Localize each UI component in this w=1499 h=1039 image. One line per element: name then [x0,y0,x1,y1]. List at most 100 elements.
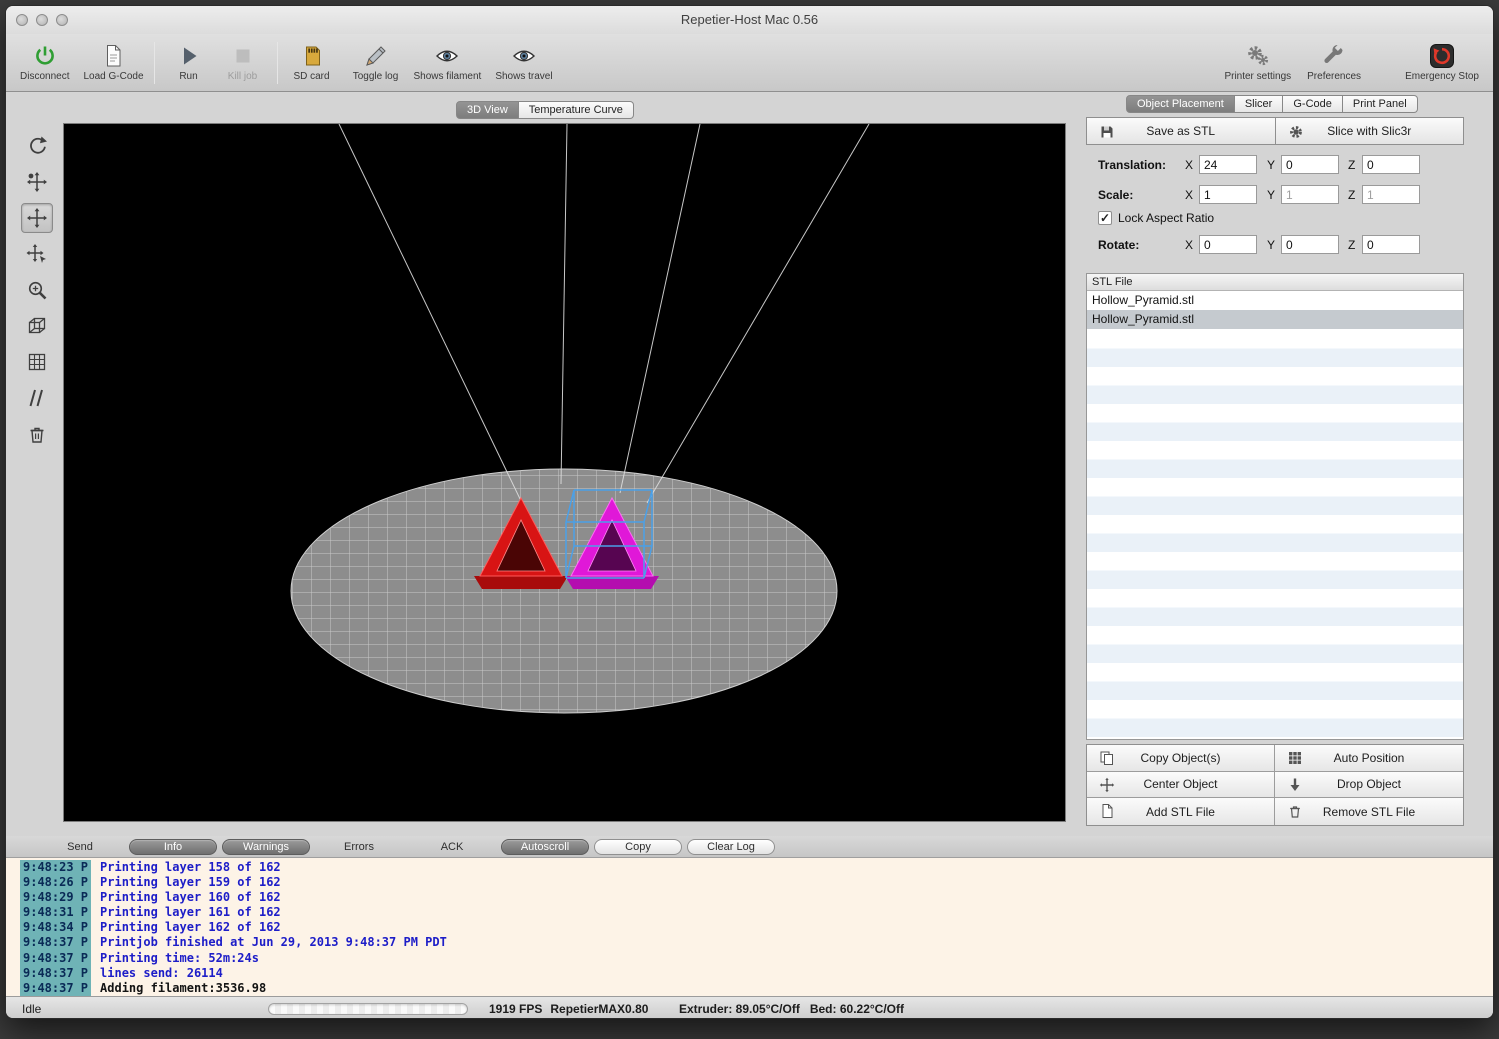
auto-position-button[interactable]: Auto Position [1275,745,1463,772]
translation-y-field[interactable] [1281,155,1339,174]
move-object-icon [26,207,48,229]
tab-temperature-curve[interactable]: Temperature Curve [519,101,634,119]
disconnect-button[interactable]: Disconnect [20,43,69,82]
errors-toggle[interactable]: Errors [315,839,403,855]
status-bar: Idle 1919 FPSRepetierMAX0.80 Extruder: 8… [6,996,1493,1019]
lock-aspect-checkbox[interactable]: ✓ [1098,211,1112,225]
stl-file-list: STL File Hollow_Pyramid.stl Hollow_Pyram… [1086,273,1464,740]
object-panel: Object Placement Slicer G-Code Print Pan… [1086,93,1464,836]
sd-card-button[interactable]: SD card [288,43,336,82]
translation-z-field[interactable] [1362,155,1420,174]
travel-lines [339,124,869,503]
play-icon [176,43,202,69]
rotate-label: Rotate: [1098,238,1139,252]
pencil-icon [363,43,389,69]
isometric-view-button[interactable] [21,311,53,341]
copy-log-button[interactable]: Copy [594,839,682,855]
translation-x-field[interactable] [1199,155,1257,174]
clear-log-button[interactable]: Clear Log [687,839,775,855]
zoom-view-button[interactable] [21,275,53,305]
3d-viewport[interactable] [63,123,1066,822]
travel-eye-icon [511,43,537,69]
scale-x-field[interactable] [1199,185,1257,204]
wrench-icon [1321,43,1347,69]
scale-label: Scale: [1098,188,1133,202]
sd-card-icon [299,43,325,69]
bed-temp: Bed: 60.22°C/Off [810,1002,904,1016]
rotate-y-field[interactable] [1281,235,1339,254]
drop-object-button[interactable]: Drop Object [1275,772,1463,799]
lock-aspect-row: ✓ Lock Aspect Ratio [1098,211,1214,225]
scale-z-field[interactable] [1362,185,1420,204]
load-gcode-button[interactable]: Load G-Code [83,43,143,82]
tab-print-panel[interactable]: Print Panel [1343,95,1418,113]
log-line: 9:48:23 PPrinting layer 158 of 162 [20,860,1493,875]
rotate-row: Rotate: X Y Z [1086,235,1464,255]
rotate-z-field[interactable] [1362,235,1420,254]
toggle-log-button[interactable]: Toggle log [352,43,400,82]
copy-objects-button[interactable]: Copy Object(s) [1087,745,1275,772]
send-toggle[interactable]: Send [36,839,124,855]
emergency-stop-icon [1429,43,1455,69]
run-button[interactable]: Run [165,43,213,82]
printbed-scene [64,124,1065,821]
preferences-button[interactable]: Preferences [1307,43,1361,82]
main-toolbar: Disconnect Load G-Code Run Kill job [6,34,1493,92]
info-toggle[interactable]: Info [129,839,217,855]
remove-stl-file-button[interactable]: Remove STL File [1275,798,1463,825]
toolbar-separator [154,42,155,84]
scale-y-field[interactable] [1281,185,1339,204]
log-line: 9:48:34 PPrinting layer 162 of 162 [20,920,1493,935]
save-as-stl-button[interactable]: Save as STL [1086,117,1276,145]
fit-printbed-button[interactable] [21,347,53,377]
window-title: Repetier-Host Mac 0.56 [6,12,1493,27]
document-icon [100,43,126,69]
tab-3d-view[interactable]: 3D View [456,101,519,119]
rotate-view-button[interactable] [21,131,53,161]
shows-filament-button[interactable]: Shows filament [414,43,482,82]
gear-icon [1288,124,1304,140]
stl-list-header[interactable]: STL File [1087,274,1463,291]
stl-list-item-selected[interactable]: Hollow_Pyramid.stl [1087,310,1463,329]
printbed-grid [291,469,837,713]
emergency-stop-button[interactable]: Emergency Stop [1405,43,1479,82]
gears-icon [1245,43,1271,69]
tab-gcode[interactable]: G-Code [1283,95,1343,113]
titlebar[interactable]: Repetier-Host Mac 0.56 [6,6,1493,34]
drop-object-icon [1287,777,1303,793]
stl-list-item[interactable]: Hollow_Pyramid.stl [1087,291,1463,310]
move-viewpoint-button[interactable] [21,239,53,269]
parallel-projection-icon [26,387,48,409]
main-area: 3D View Temperature Curve [6,93,1493,836]
center-object-button[interactable]: Center Object [1087,772,1275,799]
move-object-button[interactable] [21,203,53,233]
shows-travel-button[interactable]: Shows travel [495,43,552,82]
pan-view-button[interactable] [21,167,53,197]
kill-job-button[interactable]: Kill job [219,43,267,82]
object-actions: Copy Object(s) Auto Position [1086,744,1464,826]
autoscroll-toggle[interactable]: Autoscroll [501,839,589,855]
printer-state: Idle [22,1002,41,1016]
delete-object-button[interactable] [21,419,53,449]
view-tab-bar: 3D View Temperature Curve [456,101,634,119]
add-stl-file-button[interactable]: Add STL File [1087,798,1275,825]
toolbar-separator [277,42,278,84]
log-output[interactable]: 9:48:23 PPrinting layer 158 of 162 9:48:… [6,858,1493,996]
add-file-icon [1099,803,1115,819]
tab-object-placement[interactable]: Object Placement [1126,95,1235,113]
ack-toggle[interactable]: ACK [408,839,496,855]
parallel-projection-button[interactable] [21,383,53,413]
zoom-icon [26,279,48,301]
log-line: 9:48:37 PPrintjob finished at Jun 29, 20… [20,935,1493,950]
scale-row: Scale: X Y Z [1086,185,1464,205]
slice-with-slic3r-button[interactable]: Slice with Slic3r [1276,117,1465,145]
warnings-toggle[interactable]: Warnings [222,839,310,855]
rotate-x-field[interactable] [1199,235,1257,254]
rotate-view-icon [26,135,48,157]
printer-settings-button[interactable]: Printer settings [1224,43,1291,82]
tab-slicer[interactable]: Slicer [1235,95,1284,113]
power-icon [32,43,58,69]
temperature-readout: Extruder: 89.05°C/OffBed: 60.22°C/Off [679,1002,904,1016]
translation-label: Translation: [1098,158,1166,172]
log-line: 9:48:37 PPrinting time: 52m:24s [20,951,1493,966]
